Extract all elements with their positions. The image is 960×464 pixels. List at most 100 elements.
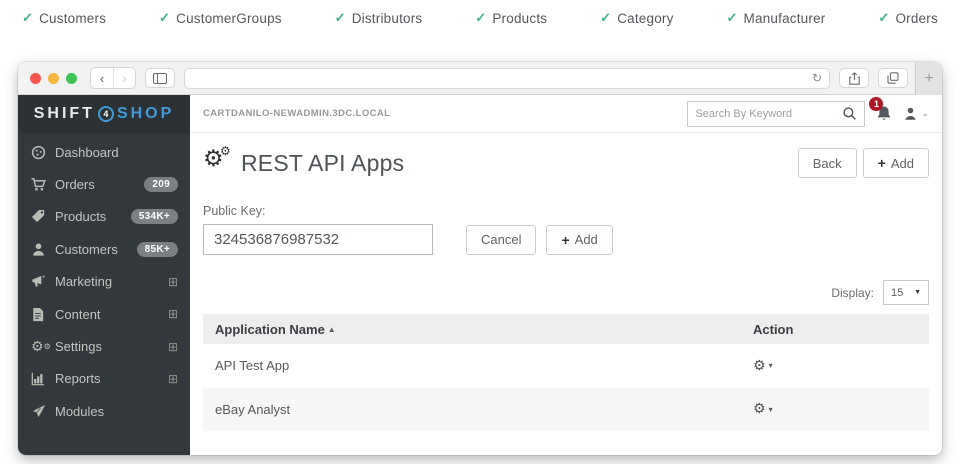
caret-down-icon: ▼ xyxy=(914,289,921,296)
tabs-overview-icon xyxy=(887,72,899,84)
title-actions: Back +Add xyxy=(798,148,929,178)
check-icon: ✓ xyxy=(600,10,611,26)
bar-chart-icon xyxy=(31,372,55,386)
page-title-row: ⚙⚙ REST API Apps Back +Add xyxy=(203,148,929,178)
expand-icon[interactable]: ⊞ xyxy=(168,340,178,354)
display-row: Display: 15 ▼ xyxy=(203,280,929,305)
sidebar-item-label: Reports xyxy=(55,371,101,386)
rocket-icon xyxy=(31,404,55,419)
page-title: REST API Apps xyxy=(241,150,404,177)
window-controls xyxy=(30,73,77,84)
display-count-value: 15 xyxy=(891,287,903,299)
address-bar[interactable]: ↻ xyxy=(184,68,830,89)
sidebar-item-label: Products xyxy=(55,209,106,224)
column-header-action: Action xyxy=(753,322,929,337)
gears-icon: ⚙⚙ xyxy=(31,340,55,354)
zoom-window-button[interactable] xyxy=(66,73,77,84)
sidebar-item-orders[interactable]: Orders 209 xyxy=(18,168,190,200)
reload-icon[interactable]: ↻ xyxy=(812,72,822,84)
sidebar-item-content[interactable]: Content ⊞ xyxy=(18,298,190,330)
header-right: 1 ⌄ xyxy=(687,101,929,127)
browser-chrome: ‹ › ↻ + xyxy=(18,62,942,95)
public-key-label: Public Key: xyxy=(203,204,929,218)
browser-nav: ‹ › xyxy=(90,67,136,89)
expand-icon[interactable]: ⊞ xyxy=(168,372,178,386)
megaphone-icon xyxy=(31,274,55,289)
tabs-overview-button[interactable] xyxy=(878,68,908,88)
sync-item-customers: ✓Customers xyxy=(22,10,106,26)
row-actions-menu-button[interactable]: ⚙▾ xyxy=(753,401,773,417)
sidebar-item-marketing[interactable]: Marketing ⊞ xyxy=(18,266,190,298)
forward-browser-button[interactable]: › xyxy=(113,68,135,88)
sync-status-bar: ✓Customers ✓CustomerGroups ✓Distributors… xyxy=(22,10,938,26)
table-row: eBay Analyst ⚙▾ xyxy=(203,388,929,432)
chevron-down-icon: ⌄ xyxy=(921,108,929,119)
sync-item-label: Manufacturer xyxy=(744,11,826,26)
sidebar-toggle-icon xyxy=(153,73,167,84)
share-button[interactable] xyxy=(839,68,869,88)
sidebar-toggle-button[interactable] xyxy=(145,68,175,88)
close-window-button[interactable] xyxy=(30,73,41,84)
sidebar-item-modules[interactable]: Modules xyxy=(18,395,190,427)
search-input[interactable] xyxy=(695,108,837,120)
minimize-window-button[interactable] xyxy=(48,73,59,84)
sidebar-menu: Dashboard Orders 209 Products 534K+ Cust… xyxy=(18,133,190,428)
sync-item-orders: ✓Orders xyxy=(878,10,938,26)
check-icon: ✓ xyxy=(22,10,33,26)
check-icon: ✓ xyxy=(335,10,346,26)
sync-item-category: ✓ Category xyxy=(600,10,673,26)
sidebar-item-label: Customers xyxy=(55,242,118,257)
new-tab-button[interactable]: + xyxy=(915,62,942,95)
add-button[interactable]: +Add xyxy=(863,148,929,178)
sync-item-label: Category xyxy=(617,11,673,26)
expand-icon[interactable]: ⊞ xyxy=(168,275,178,289)
search-box xyxy=(687,101,865,127)
back-button[interactable]: Back xyxy=(798,148,857,178)
main-area: CARTDANILO-NEWADMIN.3DC.LOCAL 1 ⌄ xyxy=(190,95,942,455)
column-header-application-name[interactable]: Application Name▲ xyxy=(203,322,753,337)
sidebar-item-label: Marketing xyxy=(55,274,112,289)
display-count-select[interactable]: 15 ▼ xyxy=(883,280,929,305)
account-menu-button[interactable]: ⌄ xyxy=(903,106,929,121)
sidebar-item-settings[interactable]: ⚙⚙ Settings ⊞ xyxy=(18,330,190,362)
sidebar-item-reports[interactable]: Reports ⊞ xyxy=(18,363,190,395)
sidebar-item-label: Settings xyxy=(55,339,102,354)
sidebar-item-customers[interactable]: Customers 85K+ xyxy=(18,233,190,265)
sidebar-item-dashboard[interactable]: Dashboard xyxy=(18,136,190,168)
notifications-button[interactable]: 1 xyxy=(876,105,892,122)
document-icon xyxy=(31,307,55,322)
public-key-row: Cancel +Add xyxy=(203,224,929,255)
caret-down-icon: ▾ xyxy=(769,405,773,414)
sidebar-item-label: Modules xyxy=(55,404,104,419)
admin-app: SHIFT 4 SHOP Dashboard Orders 209 Produc… xyxy=(18,95,942,455)
api-apps-icon: ⚙⚙ xyxy=(203,148,235,178)
user-icon xyxy=(903,106,918,121)
back-browser-button[interactable]: ‹ xyxy=(91,68,113,88)
expand-icon[interactable]: ⊞ xyxy=(168,307,178,321)
shift4shop-logo[interactable]: SHIFT 4 SHOP xyxy=(18,95,190,133)
public-key-input[interactable] xyxy=(203,224,433,255)
table-row: API Test App ⚙▾ xyxy=(203,344,929,388)
cart-icon xyxy=(31,177,55,192)
cancel-button[interactable]: Cancel xyxy=(466,225,536,255)
customers-count-badge: 85K+ xyxy=(137,242,178,257)
sync-item-label: Products xyxy=(492,11,547,26)
check-icon: ✓ xyxy=(726,10,737,26)
sync-item-customergroups: ✓CustomerGroups xyxy=(159,10,282,26)
sync-item-distributors: ✓Distributors xyxy=(335,10,423,26)
row-actions-menu-button[interactable]: ⚙▾ xyxy=(753,358,773,374)
sync-item-label: CustomerGroups xyxy=(176,11,282,26)
sidebar-item-label: Dashboard xyxy=(55,145,119,160)
check-icon: ✓ xyxy=(878,10,889,26)
products-count-badge: 534K+ xyxy=(131,209,178,224)
dashboard-icon xyxy=(31,145,55,160)
app-name-cell: API Test App xyxy=(203,358,753,373)
admin-header: CARTDANILO-NEWADMIN.3DC.LOCAL 1 ⌄ xyxy=(190,95,942,133)
browser-window: ‹ › ↻ + SHIFT 4 SHOP D xyxy=(18,62,942,455)
sidebar-item-products[interactable]: Products 534K+ xyxy=(18,201,190,233)
caret-down-icon: ▾ xyxy=(769,361,773,370)
orders-count-badge: 209 xyxy=(144,177,178,192)
form-add-button[interactable]: +Add xyxy=(546,225,612,255)
plus-icon: + xyxy=(878,155,886,171)
search-icon[interactable] xyxy=(842,106,857,121)
